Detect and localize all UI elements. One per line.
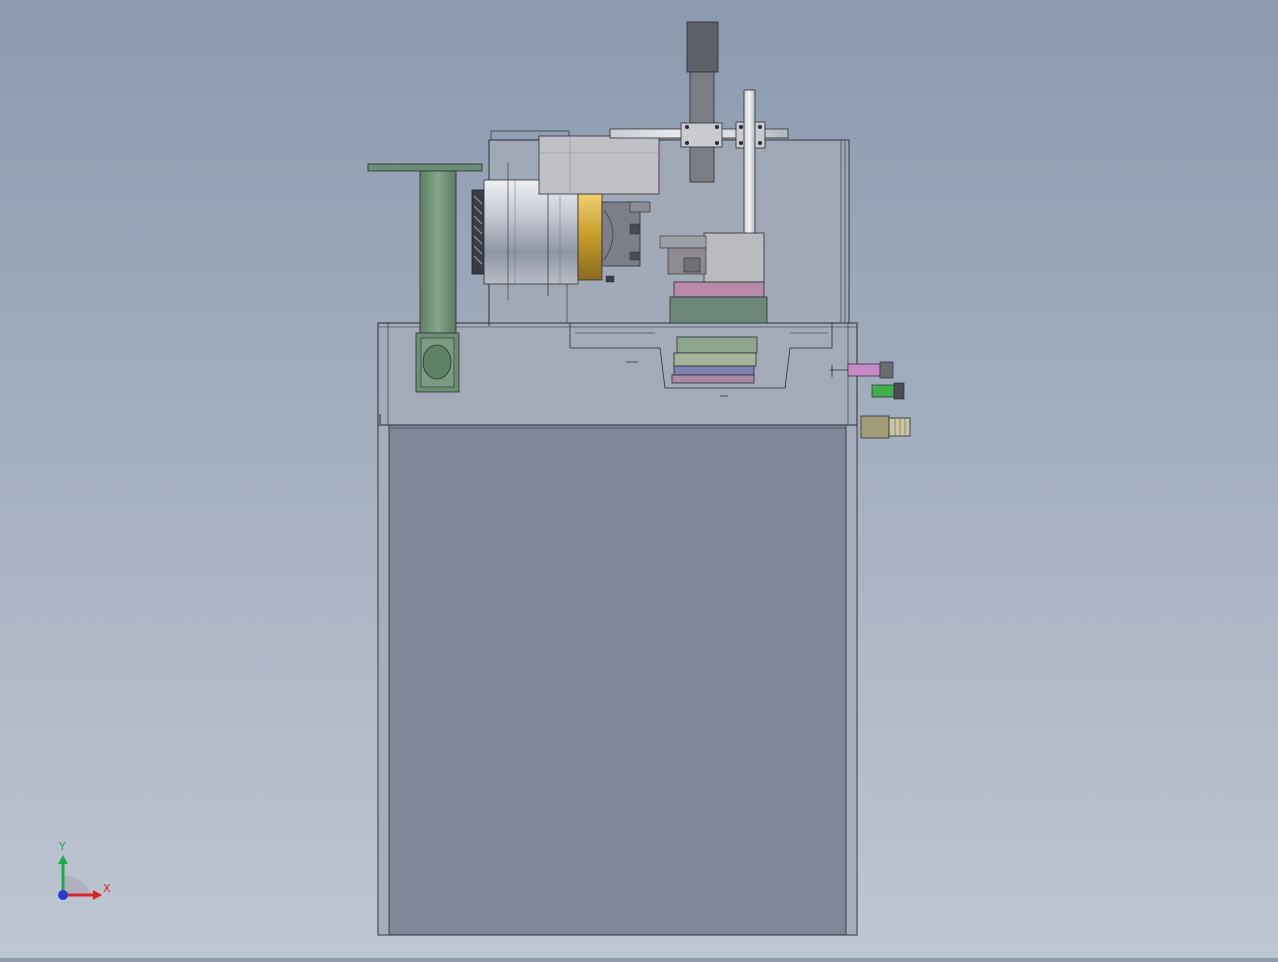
lower-cabinet xyxy=(377,424,858,936)
tool-carriage xyxy=(659,232,768,384)
x-axis-arrowhead xyxy=(93,890,102,900)
cad-viewport[interactable]: X Y xyxy=(0,0,1278,958)
model-canvas[interactable]: X Y xyxy=(0,0,1278,958)
vertical-guide-post xyxy=(743,89,756,236)
y-axis-arrowhead xyxy=(58,855,68,864)
vertical-cylinder xyxy=(686,21,719,183)
y-axis-label: Y xyxy=(58,840,66,853)
coordinate-triad: X Y xyxy=(58,840,111,900)
z-axis-dot xyxy=(58,890,68,900)
x-axis-label: X xyxy=(103,882,111,895)
top-cover-block xyxy=(538,135,660,195)
